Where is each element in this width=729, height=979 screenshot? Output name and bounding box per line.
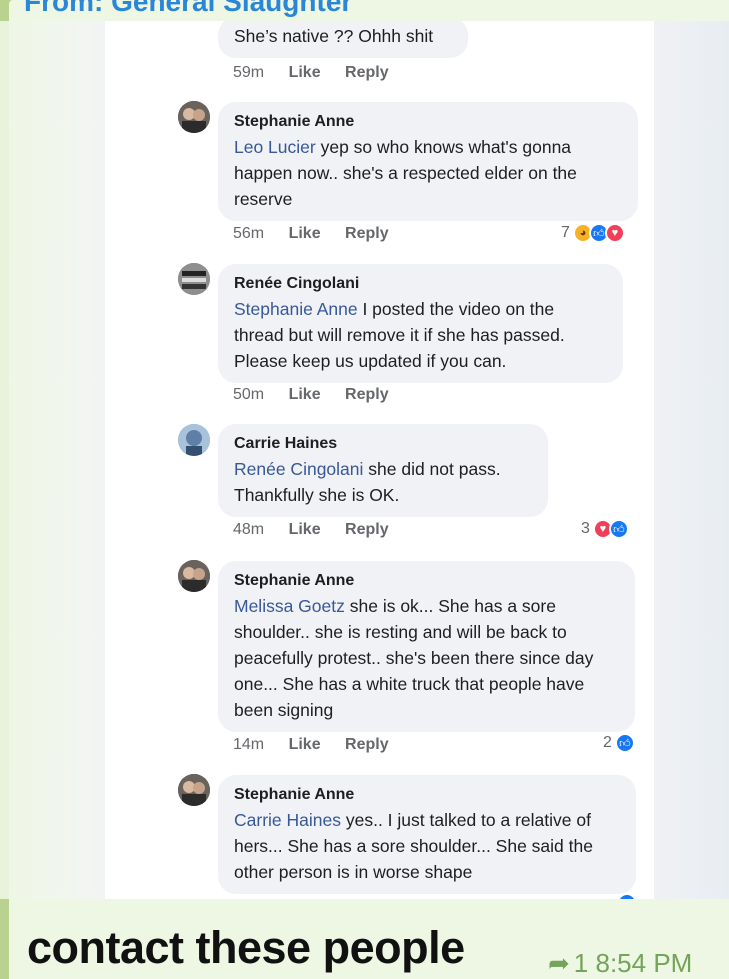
message-caption: contact these people	[27, 922, 465, 973]
commenter-name[interactable]: Stephanie Anne	[234, 569, 619, 593]
avatar[interactable]	[178, 774, 210, 806]
reply-link[interactable]: Reply	[345, 736, 389, 753]
comment-time: 59m	[233, 64, 265, 81]
comment-bubble: Carrie Haines Renée Cingolani she did no…	[218, 424, 548, 517]
reaction-summary[interactable]: 2 👍︎	[603, 733, 635, 753]
mention-link[interactable]: Stephanie Anne	[234, 299, 358, 319]
reaction-summary[interactable]: 👍︎	[617, 893, 637, 899]
mention-link[interactable]: Leo Lucier	[234, 137, 316, 157]
reaction-summary[interactable]: 7 ◕ 👍︎ ♥	[561, 223, 625, 243]
love-reaction-icon: ♥	[604, 223, 625, 243]
avatar[interactable]	[178, 101, 210, 133]
avatar[interactable]	[178, 560, 210, 592]
comment-bubble: Renée Cingolani Stephanie Anne I posted …	[218, 264, 623, 383]
reaction-count: 7	[561, 224, 570, 241]
like-reaction-icon: 👍︎	[608, 519, 629, 539]
reply-link[interactable]: Reply	[345, 64, 389, 81]
mention-link[interactable]: Carrie Haines	[234, 810, 341, 830]
comment-meta: 48m Like Reply	[233, 521, 389, 539]
commenter-name[interactable]: Stephanie Anne	[234, 110, 622, 134]
comment-text: She’s native ?? Ohhh shit	[234, 26, 434, 46]
reply-arrow-icon[interactable]: ➦	[548, 948, 570, 978]
screenshot-image[interactable]: She’s native ?? Ohhh shit 59m Like Reply…	[105, 21, 654, 899]
comment-meta: 59m Like Reply	[233, 64, 389, 82]
reaction-summary[interactable]: 3 ♥ 👍︎	[581, 519, 629, 539]
comment-meta: 14m Like Reply	[233, 736, 389, 754]
avatar[interactable]	[178, 424, 210, 456]
reaction-count: 3	[581, 520, 590, 537]
reply-link[interactable]: Reply	[345, 521, 389, 538]
comment-time: 14m	[233, 736, 265, 753]
comment-time: 50m	[233, 386, 265, 403]
like-reaction-icon: 👍︎	[617, 893, 637, 899]
comment-time: 48m	[233, 521, 265, 538]
comment-meta: 50m Like Reply	[233, 386, 389, 404]
reply-link[interactable]: Reply	[345, 225, 389, 242]
mention-link[interactable]: Melissa Goetz	[234, 596, 345, 616]
comment-bubble: Stephanie Anne Melissa Goetz she is ok..…	[218, 561, 635, 732]
like-link[interactable]: Like	[289, 386, 321, 403]
screenshot-blur-right	[654, 21, 729, 899]
commenter-name[interactable]: Carrie Haines	[234, 432, 532, 456]
comment-meta: 56m Like Reply	[233, 225, 389, 243]
comment-bubble: She’s native ?? Ohhh shit	[218, 21, 468, 58]
message-meta: ➦ 1 8:54 PM	[548, 948, 692, 979]
comment-bubble: Stephanie Anne Leo Lucier yep so who kno…	[218, 102, 638, 221]
screenshot-blur-left	[0, 21, 105, 899]
commenter-name[interactable]: Stephanie Anne	[234, 783, 620, 807]
reply-count[interactable]: 1	[574, 948, 588, 978]
forwarded-from-header[interactable]: From: General Slaughter	[24, 0, 352, 18]
like-link[interactable]: Like	[289, 64, 321, 81]
like-reaction-icon: 👍︎	[614, 733, 635, 753]
like-link[interactable]: Like	[289, 736, 321, 753]
commenter-name[interactable]: Renée Cingolani	[234, 272, 607, 296]
mention-link[interactable]: Renée Cingolani	[234, 459, 363, 479]
message-time: 8:54 PM	[595, 948, 693, 978]
avatar[interactable]	[178, 263, 210, 295]
reaction-count: 2	[603, 734, 612, 751]
comment-time: 56m	[233, 225, 265, 242]
reply-link[interactable]: Reply	[345, 386, 389, 403]
comment-bubble: Stephanie Anne Carrie Haines yes.. I jus…	[218, 775, 636, 894]
like-link[interactable]: Like	[289, 521, 321, 538]
like-link[interactable]: Like	[289, 225, 321, 242]
